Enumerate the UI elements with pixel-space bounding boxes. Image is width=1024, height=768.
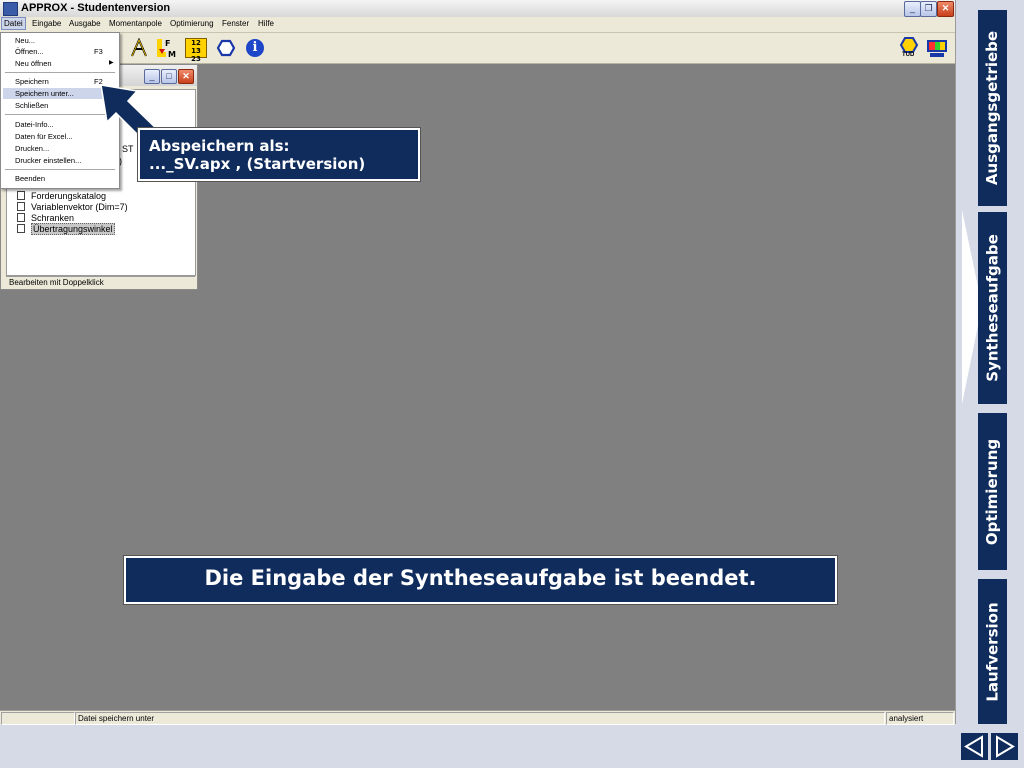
info-glyph: i xyxy=(252,40,258,55)
previous-slide-button[interactable] xyxy=(961,733,988,760)
tab-label: Laufversion xyxy=(983,601,1002,702)
document-icon xyxy=(17,191,25,200)
tree-item-label: Übertragungswinkel xyxy=(31,223,115,235)
callout-line-1: Abspeichern als: xyxy=(149,137,290,155)
tree-item-forderungskatalog[interactable]: Forderungskatalog xyxy=(17,191,106,201)
tab-laufversion[interactable]: Laufversion xyxy=(978,579,1007,724)
document-icon xyxy=(17,213,25,222)
callout-line-2: ..._SV.apx , (Startversion) xyxy=(149,155,366,173)
status-bar: Datei speichern unter analysiert xyxy=(0,710,955,725)
save-as-callout: Abspeichern als: ..._SV.apx , (Startvers… xyxy=(137,127,421,182)
menu-fenster[interactable]: Fenster xyxy=(222,19,249,28)
tab-ausgangsgetriebe[interactable]: Ausgangsgetriebe xyxy=(978,10,1007,206)
display-tool-button[interactable] xyxy=(926,37,948,59)
info-button[interactable]: i xyxy=(244,37,266,59)
tree-item-variablenvektor[interactable]: Variablenvektor (Dim=7) xyxy=(17,202,128,212)
tab-label: Syntheseaufgabe xyxy=(983,234,1002,382)
next-slide-button[interactable] xyxy=(991,733,1018,760)
completion-banner: Die Eingabe der Syntheseaufgabe ist been… xyxy=(123,555,838,605)
tree-item-label: Schranken xyxy=(31,213,75,223)
restore-button[interactable]: ❐ xyxy=(920,1,937,17)
status-cell-message: Datei speichern unter xyxy=(75,712,885,725)
tab-label: Ausgangsgetriebe xyxy=(983,30,1002,186)
tree-item-uebertragungswinkel[interactable]: Übertragungswinkel xyxy=(17,223,115,235)
tud-button[interactable]: TUD xyxy=(898,37,920,59)
tree-item-label: Forderungskatalog xyxy=(31,191,107,201)
tud-label: TUD xyxy=(902,52,915,58)
close-button[interactable]: ✕ xyxy=(937,1,954,17)
tab-syntheseaufgabe[interactable]: Syntheseaufgabe xyxy=(978,212,1007,404)
tree-item-schranken[interactable]: Schranken xyxy=(17,213,74,223)
status-cell-state: analysiert xyxy=(886,712,954,725)
menu-hilfe[interactable]: Hilfe xyxy=(258,19,274,28)
document-icon xyxy=(17,202,25,211)
triangle-right-icon xyxy=(996,735,1015,758)
info-icon: i xyxy=(246,39,264,57)
status-cell-left xyxy=(1,712,75,725)
tab-label: Optimierung xyxy=(983,438,1002,545)
document-icon xyxy=(17,224,25,233)
minimize-button[interactable]: _ xyxy=(904,1,921,17)
monitor-icon xyxy=(927,40,947,57)
child-status-text: Bearbeiten mit Doppelklick xyxy=(6,276,195,288)
tree-item-label: Variablenvektor (Dim=7) xyxy=(31,202,128,212)
triangle-left-icon xyxy=(964,735,983,758)
tab-optimierung[interactable]: Optimierung xyxy=(978,413,1007,570)
